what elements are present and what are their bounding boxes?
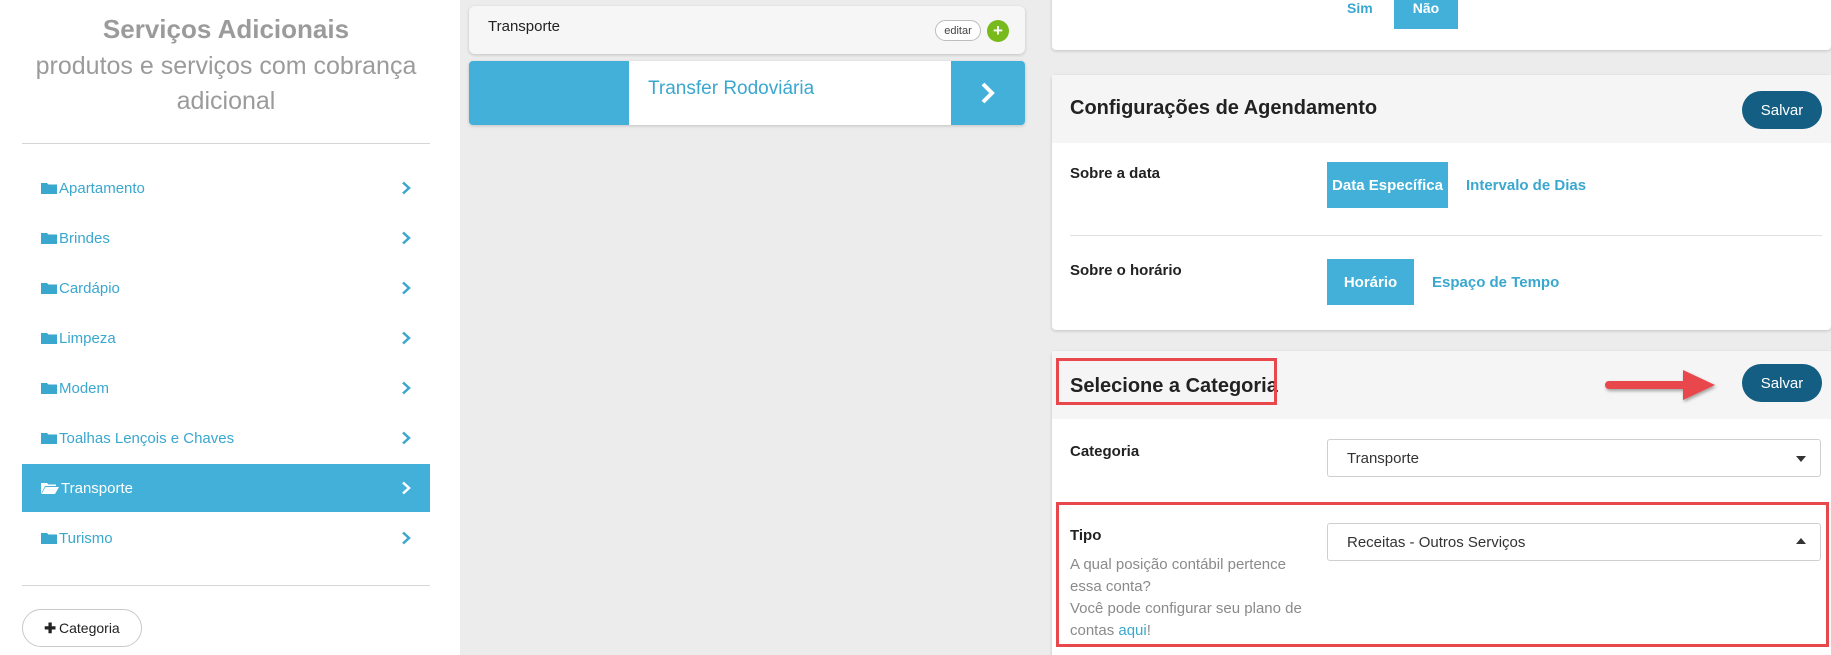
- sidebar: Serviços Adicionais produtos e serviços …: [0, 0, 460, 655]
- chevron-right-icon: [402, 281, 411, 295]
- schedule-panel-header: Configurações de Agendamento Salvar: [1052, 75, 1831, 143]
- annotation-arrow-icon: [1605, 370, 1715, 400]
- sidebar-item-limpeza[interactable]: Limpeza: [22, 314, 430, 362]
- folder-icon: [41, 183, 57, 194]
- category-select[interactable]: Transporte: [1327, 439, 1821, 477]
- sidebar-item-label: Turismo: [59, 529, 113, 547]
- sidebar-item-apartamento[interactable]: Apartamento: [22, 164, 430, 212]
- sidebar-subtitle-line2: adicional: [176, 87, 276, 115]
- sidebar-item-label: Toalhas Lençois e Chaves: [59, 429, 235, 447]
- sidebar-item-label: Modem: [59, 379, 110, 397]
- chevron-right-icon: [981, 82, 995, 104]
- category-card: Transporte editar +: [469, 6, 1025, 54]
- chevron-right-icon: [402, 531, 411, 545]
- sidebar-item-label: Apartamento: [59, 179, 145, 197]
- date-label: Sobre a data: [1070, 165, 1161, 182]
- time-option-span[interactable]: Espaço de Tempo: [1432, 274, 1559, 291]
- category-select-value: Transporte: [1347, 449, 1419, 467]
- folder-icon: [41, 233, 57, 244]
- yes-option[interactable]: Sim: [1347, 0, 1373, 16]
- date-interval-option[interactable]: Intervalo de Dias: [1466, 177, 1586, 194]
- annotation-box-title: [1056, 358, 1277, 405]
- chevron-right-icon: [402, 481, 411, 495]
- sidebar-divider: [22, 585, 430, 586]
- save-schedule-button[interactable]: Salvar: [1742, 91, 1822, 129]
- sidebar-subtitle-line1: produtos e serviços com cobrança: [35, 52, 417, 80]
- schedule-panel-title: Configurações de Agendamento: [1070, 97, 1378, 119]
- add-category-button[interactable]: ✚ Categoria: [22, 609, 142, 647]
- sidebar-item-brindes[interactable]: Brindes: [22, 214, 430, 262]
- chevron-right-icon: [402, 431, 411, 445]
- chevron-right-icon: [402, 331, 411, 345]
- caret-down-icon: [1796, 456, 1806, 462]
- sidebar-subtitle: produtos e serviços com cobrança adicion…: [22, 49, 430, 119]
- folder-open-icon: [41, 483, 59, 494]
- sidebar-item-toalhas[interactable]: Toalhas Lençois e Chaves: [22, 414, 430, 462]
- sidebar-item-turismo[interactable]: Turismo: [22, 514, 430, 562]
- time-option-hour[interactable]: Horário: [1327, 259, 1414, 305]
- add-category-label: Categoria: [59, 620, 120, 636]
- sidebar-item-label: Transporte: [61, 479, 133, 497]
- save-category-button[interactable]: Salvar: [1742, 364, 1822, 402]
- folder-icon: [41, 533, 57, 544]
- folder-icon: [41, 283, 57, 294]
- folder-icon: [41, 433, 57, 444]
- sidebar-item-modem[interactable]: Modem: [22, 364, 430, 412]
- chevron-right-icon: [402, 381, 411, 395]
- folder-icon: [41, 333, 57, 344]
- sidebar-item-cardapio[interactable]: Cardápio: [22, 264, 430, 312]
- sidebar-divider: [22, 143, 430, 144]
- schedule-panel: Configurações de Agendamento Salvar Sobr…: [1052, 75, 1831, 330]
- add-service-icon[interactable]: +: [987, 20, 1009, 42]
- annotation-box-type: [1056, 502, 1829, 647]
- sidebar-item-label: Limpeza: [59, 329, 116, 347]
- chevron-right-icon: [402, 181, 411, 195]
- time-label: Sobre o horário: [1070, 262, 1182, 279]
- service-thumbnail: [469, 61, 629, 125]
- service-open-button[interactable]: [951, 61, 1025, 125]
- sidebar-item-label: Brindes: [59, 229, 110, 247]
- service-name-area: Transfer Rodoviária: [629, 61, 951, 125]
- date-specific-option[interactable]: Data Específica: [1327, 162, 1448, 208]
- sidebar-title: Serviços Adicionais: [102, 14, 350, 44]
- plus-icon: ✚: [44, 619, 57, 636]
- service-name: Transfer Rodoviária: [648, 78, 815, 99]
- sidebar-item-label: Cardápio: [59, 279, 120, 297]
- sidebar-item-transporte[interactable]: Transporte: [22, 464, 430, 512]
- row-divider: [1070, 235, 1822, 236]
- boolean-panel: Sim Não: [1052, 0, 1831, 50]
- edit-category-button[interactable]: editar: [935, 20, 981, 41]
- category-label: Categoria: [1070, 443, 1140, 460]
- no-option[interactable]: Não: [1394, 0, 1458, 29]
- chevron-right-icon: [402, 231, 411, 245]
- category-card-title: Transporte: [488, 18, 560, 35]
- service-item[interactable]: Transfer Rodoviária: [469, 61, 1025, 125]
- folder-icon: [41, 383, 57, 394]
